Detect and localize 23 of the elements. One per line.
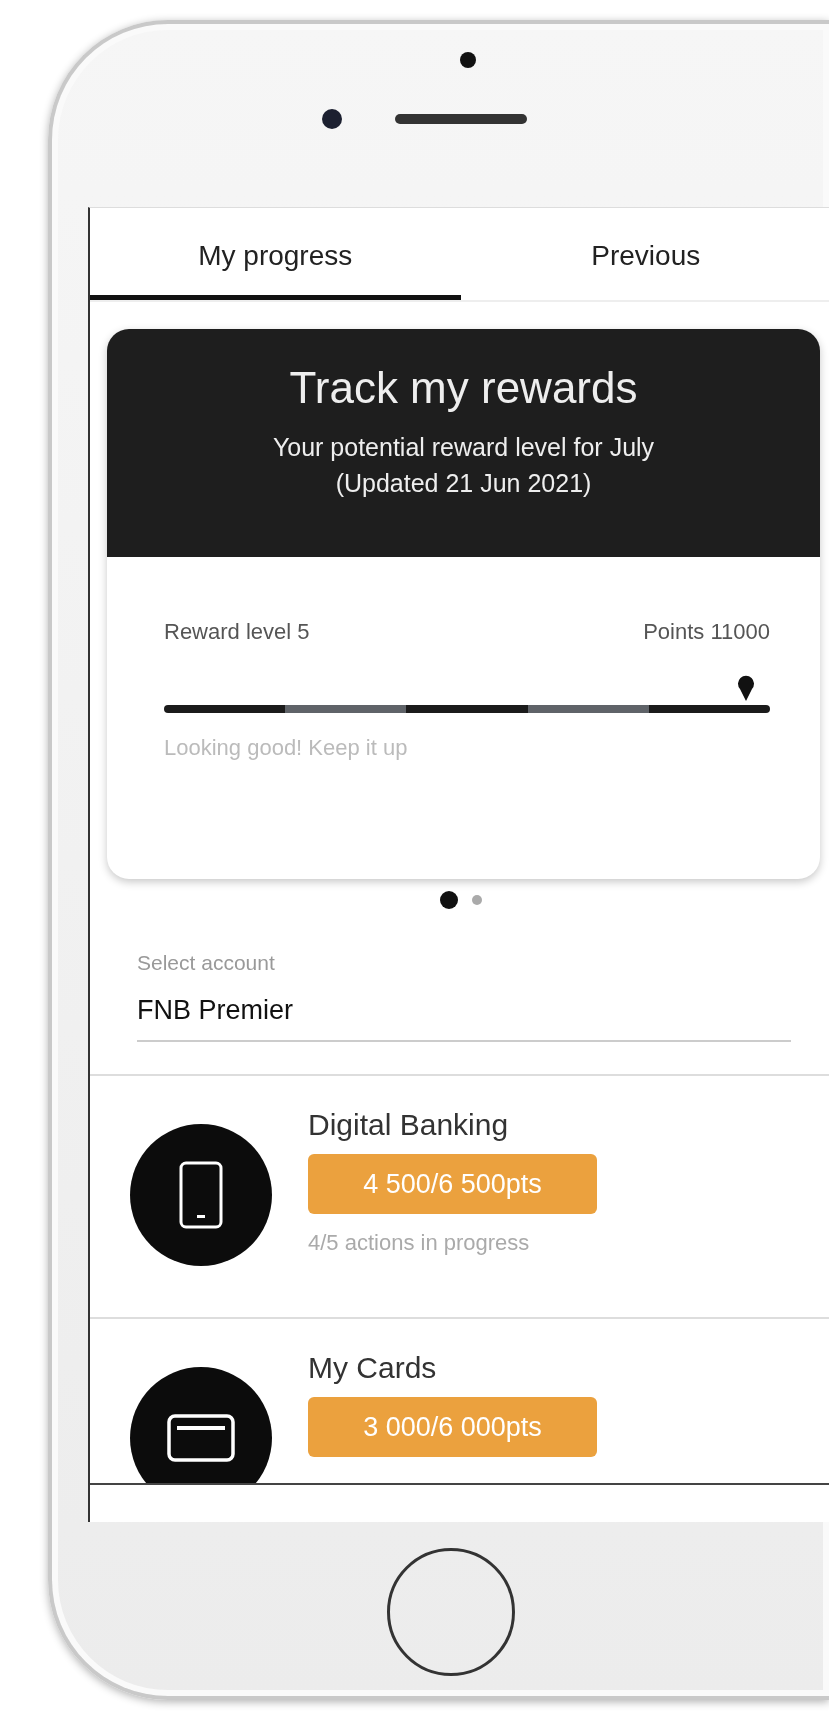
camera-icon [460,52,476,68]
account-select-field[interactable]: FNB Premier [137,975,791,1042]
mobile-phone-icon [179,1161,223,1229]
points-label: Points 11000 [643,619,770,645]
pager-dot[interactable] [439,891,458,909]
points-badge: 4 500/6 500pts [308,1154,597,1214]
card-title: Track my rewards [289,363,638,413]
card-subtitle: Your potential reward level for July [272,432,655,463]
reward-level-label: Reward level 5 [164,619,310,645]
category-title: My Cards [308,1350,437,1386]
tab[interactable]: Previous [460,208,829,300]
speaker-icon [395,114,527,124]
category-title: Digital Banking [308,1107,509,1143]
encouragement-message: Looking good! Keep it up [164,735,409,761]
pager-dot[interactable] [471,895,482,905]
camera-lens-icon [322,109,342,129]
updated-date: (Updated 21 Jun 2021) [335,468,592,499]
home-button[interactable] [387,1548,515,1676]
credit-card-icon [167,1414,235,1462]
points-badge: 3 000/6 000pts [308,1397,597,1457]
field-label: Select account [137,951,276,975]
progress-status: 4/5 actions in progress [308,1230,530,1256]
tab[interactable]: My progress [90,208,461,300]
